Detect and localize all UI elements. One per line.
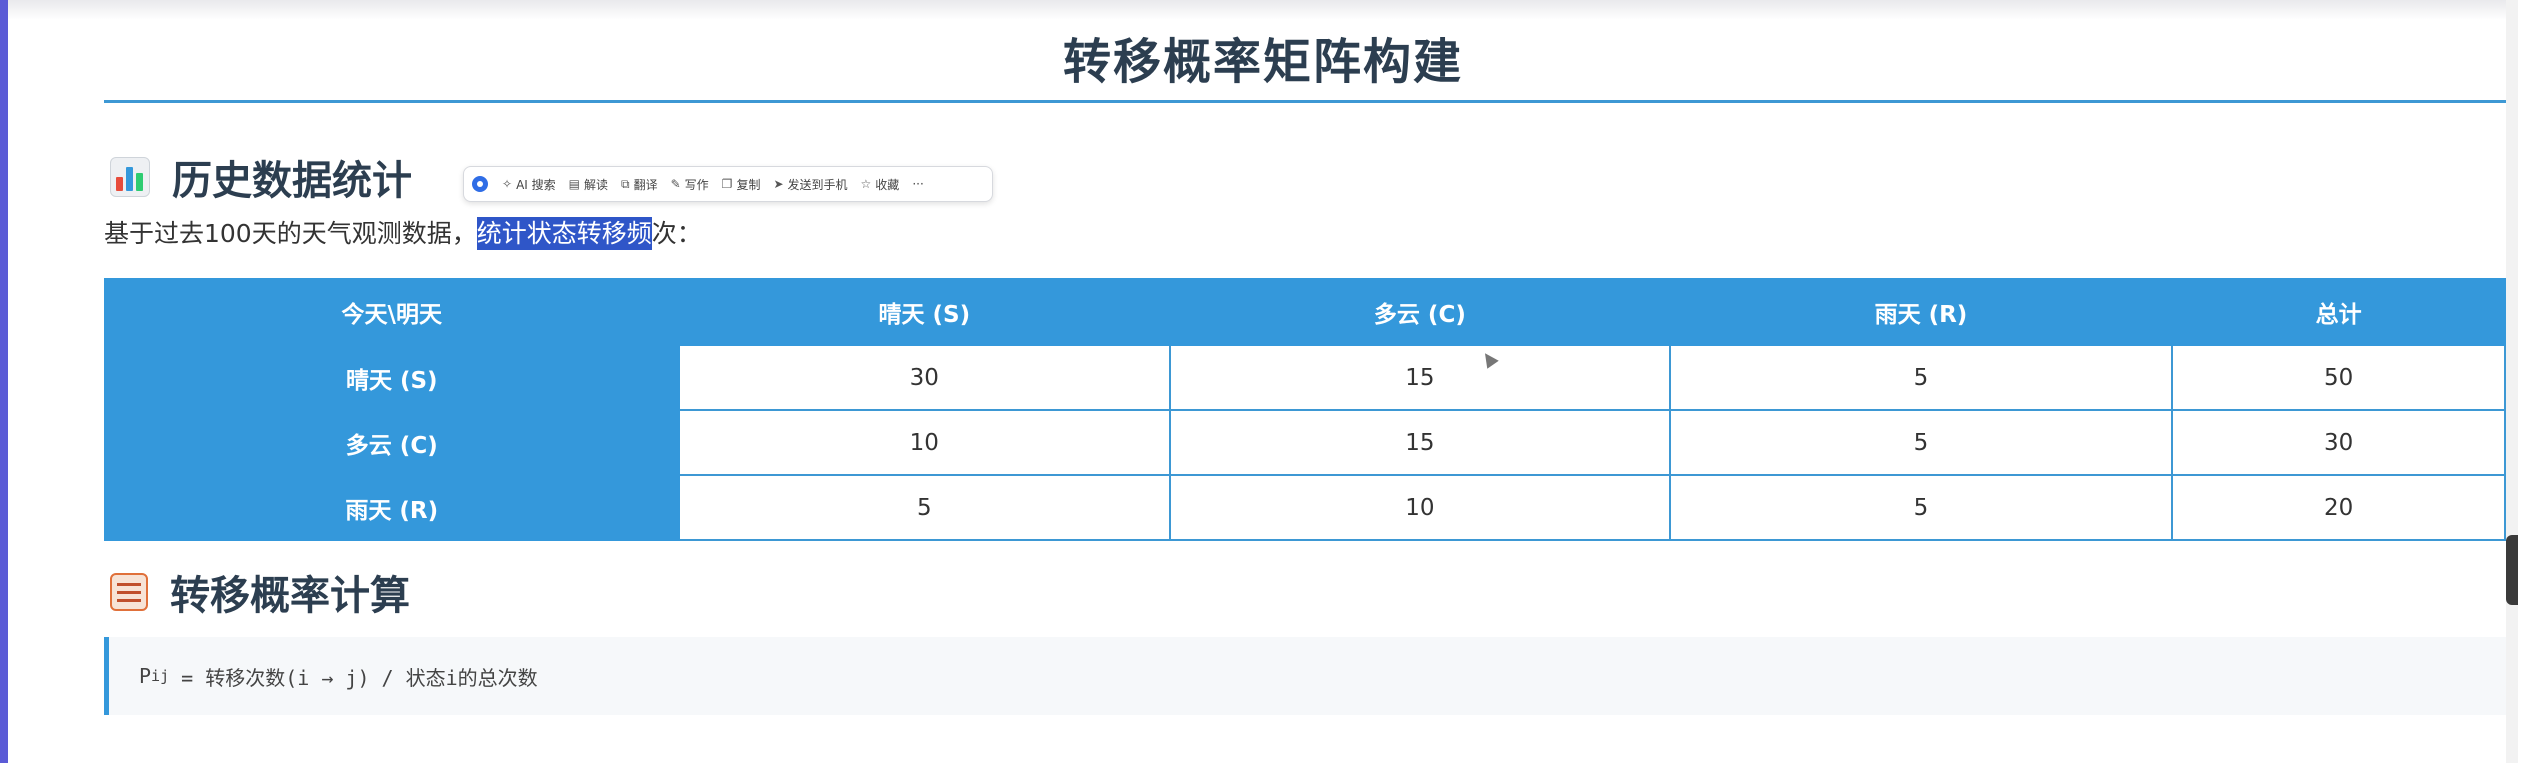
- header-sunny: 晴天 (S): [677, 278, 1172, 346]
- more-icon: ···: [912, 177, 924, 191]
- table-row: 晴天 (S) 30 15 5 50: [104, 344, 2506, 411]
- selected-text[interactable]: 统计状态转移频: [476, 217, 652, 250]
- header-today-tomorrow: 今天\明天: [104, 278, 680, 346]
- table-cell: 30: [677, 344, 1172, 411]
- section-heading-probability: 转移概率计算: [110, 563, 410, 621]
- section-title: 历史数据统计: [172, 158, 412, 204]
- assistant-logo-icon[interactable]: [472, 176, 488, 192]
- intro-before: 基于过去100天的天气观测数据，: [104, 219, 477, 248]
- pen-icon: ✎: [670, 177, 681, 191]
- scrollbar-thumb[interactable]: [2506, 535, 2518, 605]
- star-icon: ☆: [860, 177, 872, 191]
- bar-chart-icon: [110, 157, 150, 197]
- table-cell: 5: [1668, 474, 2174, 541]
- toolbar-read[interactable]: ▤ 解读: [569, 176, 608, 193]
- title-divider: [104, 100, 2506, 103]
- toolbar-translate[interactable]: ⧉ 翻译: [621, 176, 658, 193]
- translate-icon: ⧉: [621, 176, 630, 191]
- toolbar-send-to-phone[interactable]: ➤ 发送到手机: [773, 176, 847, 193]
- formula-text: = 转移次数(i → j) / 状态i的总次数: [169, 665, 538, 690]
- page: 转移概率矩阵构建 历史数据统计 ✧ AI 搜索 ▤ 解读 ⧉ 翻译 ✎ 写作 ❐: [8, 0, 2518, 763]
- table-cell: 5: [677, 474, 1172, 541]
- row-label: 多云 (C): [104, 409, 680, 476]
- row-label: 雨天 (R): [104, 474, 680, 541]
- left-window-edge: [0, 0, 8, 763]
- formula-block: Pij = 转移次数(i → j) / 状态i的总次数: [104, 637, 2506, 715]
- toolbar-copy[interactable]: ❐ 复制: [722, 176, 761, 193]
- top-shadow: [8, 0, 2518, 20]
- intro-after: 次：: [651, 219, 702, 248]
- table-cell: 50: [2171, 344, 2506, 411]
- scrollbar[interactable]: [2506, 0, 2518, 763]
- toolbar-write[interactable]: ✎ 写作: [671, 176, 709, 193]
- table-cell: 30: [2171, 409, 2506, 476]
- formula-p: P: [139, 664, 152, 688]
- header-rainy: 雨天 (R): [1668, 278, 2174, 346]
- toolbar-ai-search[interactable]: ✧ AI 搜索: [502, 176, 556, 193]
- table-cell: 5: [1668, 344, 2174, 411]
- table-header-row: 今天\明天 晴天 (S) 多云 (C) 雨天 (R) 总计: [104, 278, 2506, 346]
- table-cell: 10: [677, 409, 1172, 476]
- table-cell: 20: [2171, 474, 2506, 541]
- intro-text: 基于过去100天的天气观测数据，统计状态转移频次：: [104, 214, 702, 250]
- header-total: 总计: [2171, 278, 2506, 346]
- sparkle-icon: ✧: [502, 177, 513, 191]
- section-heading-history: 历史数据统计: [110, 148, 412, 206]
- row-label: 晴天 (S): [104, 344, 680, 411]
- table-cell: 5: [1668, 409, 2174, 476]
- section-title: 转移概率计算: [170, 573, 410, 619]
- selection-toolbar: ✧ AI 搜索 ▤ 解读 ⧉ 翻译 ✎ 写作 ❐ 复制 ➤ 发送到手机 ☆ 收藏…: [463, 166, 993, 202]
- copy-icon: ❐: [721, 177, 733, 191]
- abacus-icon: [110, 573, 148, 611]
- table-row: 雨天 (R) 5 10 5 20: [104, 474, 2506, 541]
- toolbar-more[interactable]: ···: [912, 177, 923, 191]
- toolbar-favorite[interactable]: ☆ 收藏: [861, 176, 900, 193]
- formula-subscript: ij: [151, 667, 170, 685]
- table-row: 多云 (C) 10 15 5 30: [104, 409, 2506, 476]
- transition-count-table: 今天\明天 晴天 (S) 多云 (C) 雨天 (R) 总计 晴天 (S) 30 …: [104, 278, 2506, 541]
- read-icon: ▤: [568, 177, 580, 191]
- table-cell: 10: [1169, 474, 1671, 541]
- header-cloudy: 多云 (C): [1169, 278, 1671, 346]
- table-cell: 15: [1169, 409, 1671, 476]
- send-icon: ➤: [773, 177, 784, 191]
- page-title: 转移概率矩阵构建: [1062, 34, 1463, 90]
- table-cell: 15: [1169, 344, 1671, 411]
